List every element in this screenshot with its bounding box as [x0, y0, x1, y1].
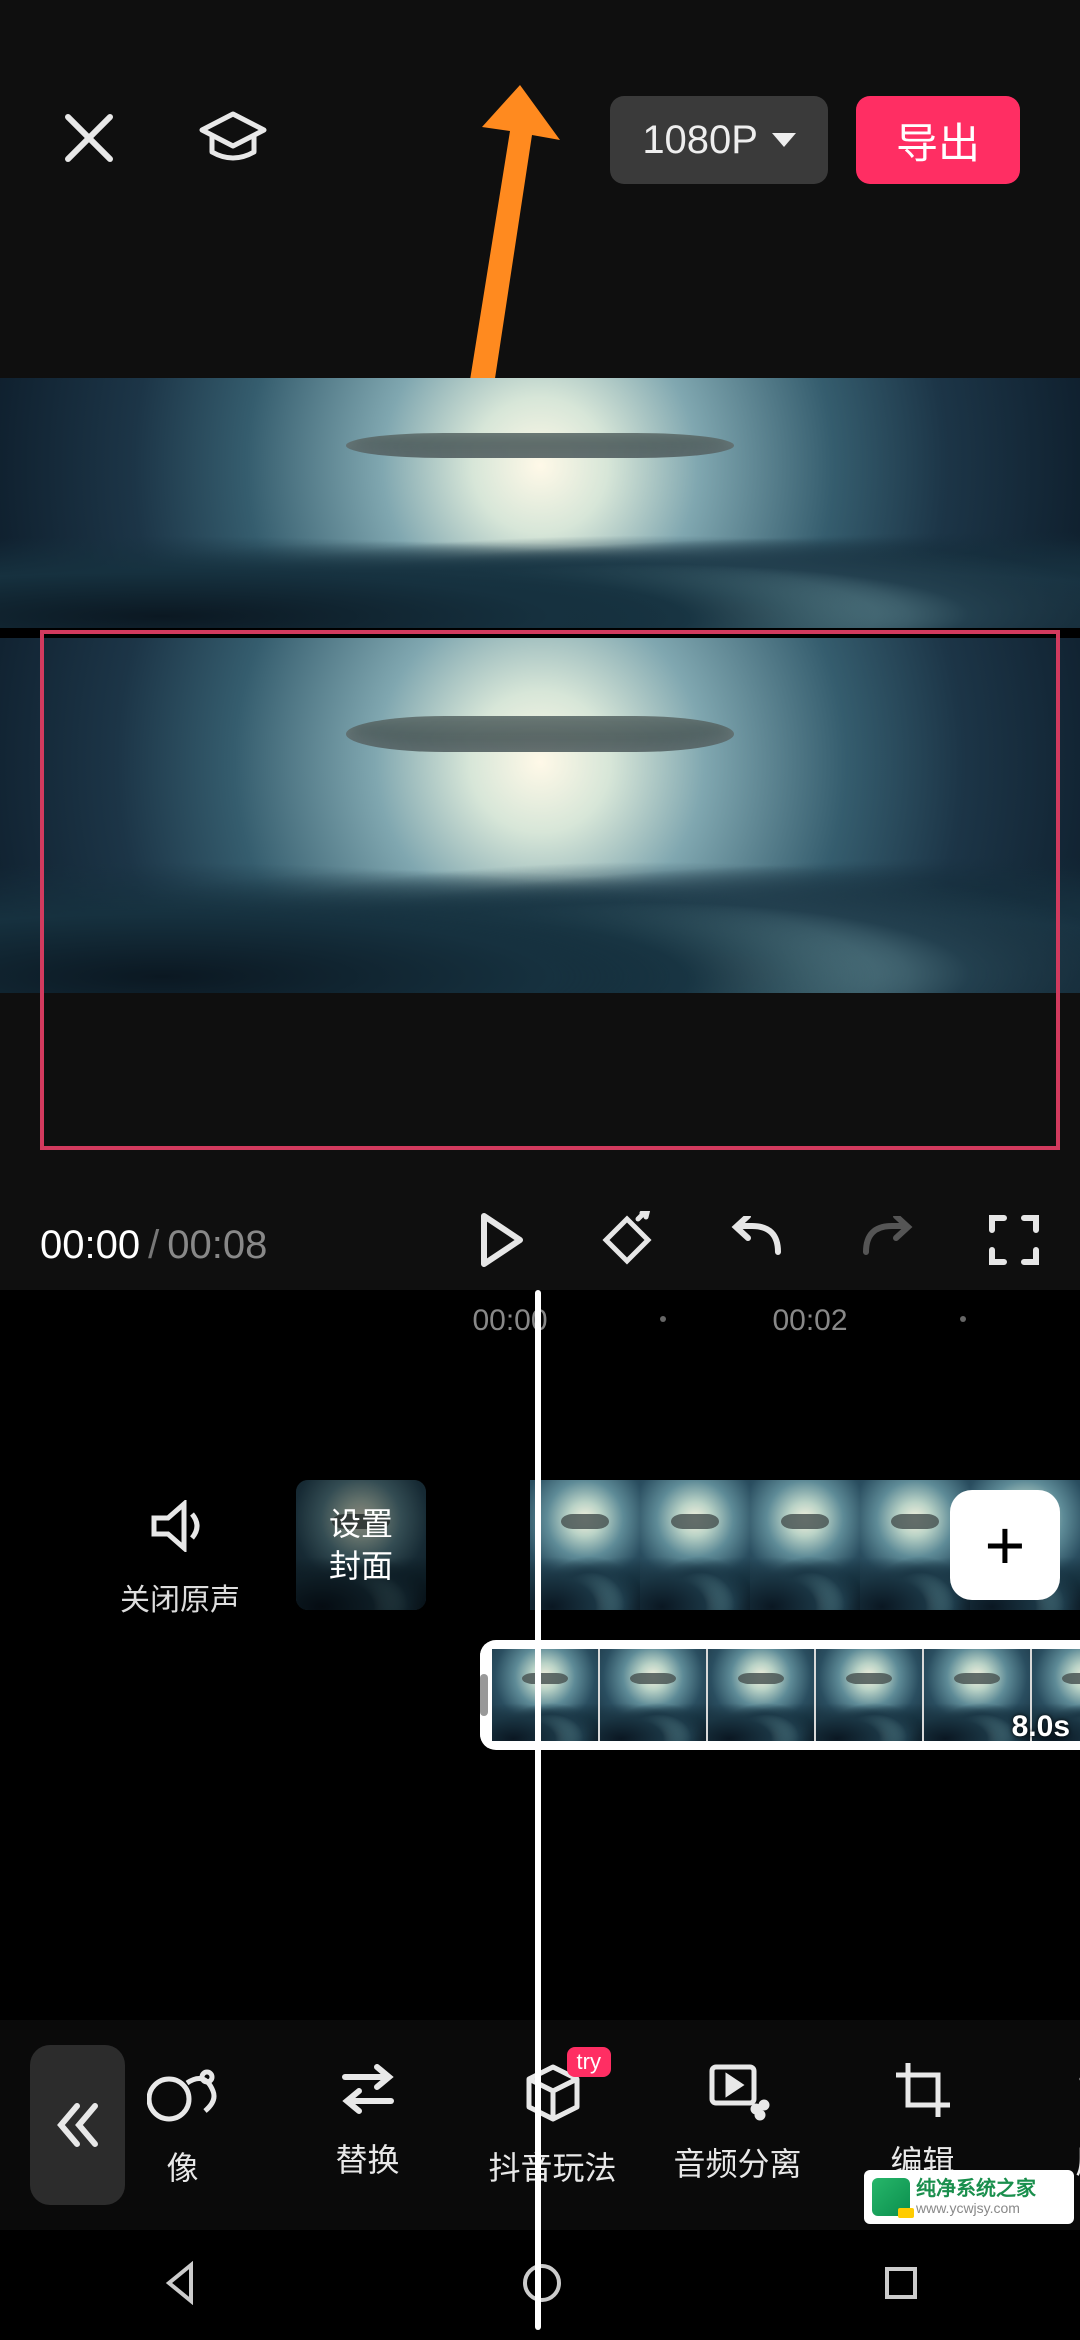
nav-back[interactable]	[159, 2261, 203, 2310]
fullscreen-button[interactable]	[988, 1214, 1040, 1276]
keyframe-button[interactable]	[598, 1211, 656, 1279]
mirror-icon	[147, 2061, 219, 2125]
chevron-left-double-icon	[55, 2100, 101, 2150]
clip-handle-left[interactable]	[480, 1640, 488, 1750]
mute-label: 关闭原声	[110, 1575, 250, 1619]
export-label: 导出	[896, 110, 980, 171]
tool-label: 层级	[1075, 2137, 1080, 2183]
plus-icon: +	[985, 1505, 1026, 1585]
selection-frame[interactable]	[40, 630, 1060, 1150]
layers-icon	[1076, 2061, 1080, 2119]
chevron-down-icon	[772, 133, 796, 147]
set-cover-button[interactable]: 设置 封面	[296, 1480, 426, 1610]
replace-icon	[335, 2061, 401, 2117]
ruler-tick	[660, 1316, 666, 1322]
redo-button[interactable]	[858, 1216, 916, 1274]
clip-thumbnail	[640, 1480, 750, 1610]
resolution-dropdown[interactable]: 1080P	[610, 96, 828, 184]
watermark-title: 纯净系统之家	[916, 2179, 1036, 2199]
nav-home[interactable]	[520, 2261, 564, 2310]
tool-label: 抖音玩法	[488, 2143, 616, 2189]
playback-controls	[476, 1211, 1040, 1279]
total-time: 00:08	[167, 1223, 267, 1268]
try-badge: try	[567, 2047, 611, 2077]
tool-label: 音频分离	[673, 2139, 801, 2185]
add-clip-button[interactable]: +	[950, 1490, 1060, 1600]
mute-original-audio[interactable]: 关闭原声	[110, 1500, 250, 1619]
video-preview[interactable]	[0, 380, 1080, 990]
ruler-tick	[960, 1316, 966, 1322]
preview-layer-top	[0, 378, 1080, 628]
pip-track-selected[interactable]: 8.0s	[480, 1640, 1080, 1750]
pip-duration: 8.0s	[1012, 1710, 1070, 1744]
timeline[interactable]: 00:00 00:02 关闭原声 设置 封面	[0, 1290, 1080, 2090]
watermark-logo	[872, 2178, 910, 2216]
track-area: 关闭原声 设置 封面 +	[0, 1350, 1080, 1930]
top-bar: 1080P 导出	[0, 0, 1080, 280]
tool-label: 像	[166, 2143, 198, 2189]
resolution-label: 1080P	[642, 118, 758, 163]
audio-separate-icon	[706, 2061, 770, 2121]
clip-thumbnail	[750, 1480, 860, 1610]
playback-bar: 00:00 / 00:08	[0, 1200, 1080, 1290]
cover-label: 设置 封面	[329, 1503, 393, 1587]
playhead[interactable]	[535, 1290, 541, 2330]
tool-audio-separate[interactable]: 音频分离	[645, 2061, 830, 2189]
tool-replace[interactable]: 替换	[275, 2061, 460, 2189]
tool-label: 替换	[335, 2135, 399, 2181]
pip-frames	[492, 1649, 1080, 1741]
watermark: 纯净系统之家 www.ycwjsy.com	[864, 2170, 1074, 2224]
speaker-icon	[150, 1500, 210, 1552]
undo-button[interactable]	[728, 1216, 786, 1274]
nav-recents[interactable]	[881, 2263, 921, 2308]
video-editor-app: 1080P 导出 00:00 / 00:08	[0, 0, 1080, 2340]
play-button[interactable]	[476, 1212, 526, 1278]
crop-icon	[894, 2061, 952, 2119]
top-bar-right: 1080P 导出	[610, 96, 1020, 184]
clip-thumbnail	[530, 1480, 640, 1610]
export-button[interactable]: 导出	[856, 96, 1020, 184]
time-separator: /	[148, 1223, 159, 1268]
top-bar-left	[60, 108, 268, 173]
close-button[interactable]	[60, 109, 118, 172]
watermark-url: www.ycwjsy.com	[916, 2201, 1036, 2215]
ruler-mark: 00:02	[772, 1304, 847, 1338]
tool-douyin-effects[interactable]: try 抖音玩法	[460, 2061, 645, 2189]
current-time: 00:00	[40, 1223, 140, 1268]
tutorial-button[interactable]	[198, 108, 268, 173]
toolbar-back-button[interactable]	[30, 2045, 125, 2205]
